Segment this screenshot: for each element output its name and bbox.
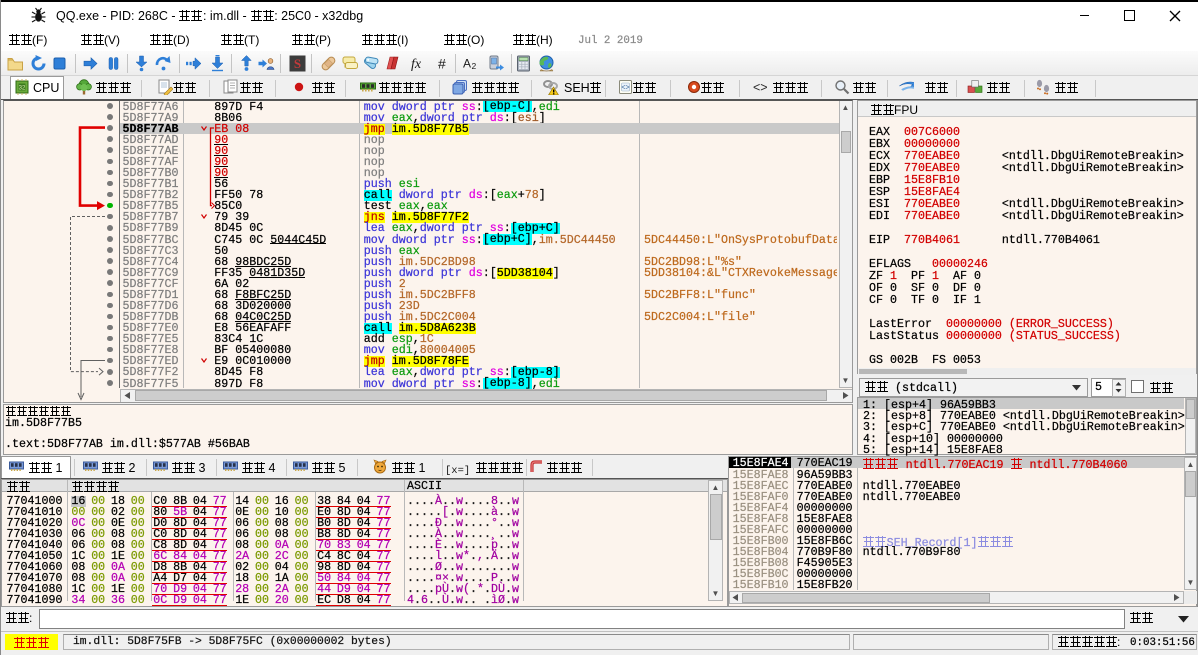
svg-text:#: # (438, 56, 446, 72)
svg-text:<>: <> (621, 85, 629, 92)
svg-text:<>: <> (753, 81, 768, 95)
svg-text:S: S (294, 56, 301, 71)
svg-text:fx: fx (411, 57, 422, 72)
svg-text:[x=]: [x=] (445, 465, 470, 477)
svg-text:2: 2 (472, 61, 477, 71)
svg-text:32: 32 (19, 86, 26, 92)
svg-text:A: A (463, 57, 471, 71)
